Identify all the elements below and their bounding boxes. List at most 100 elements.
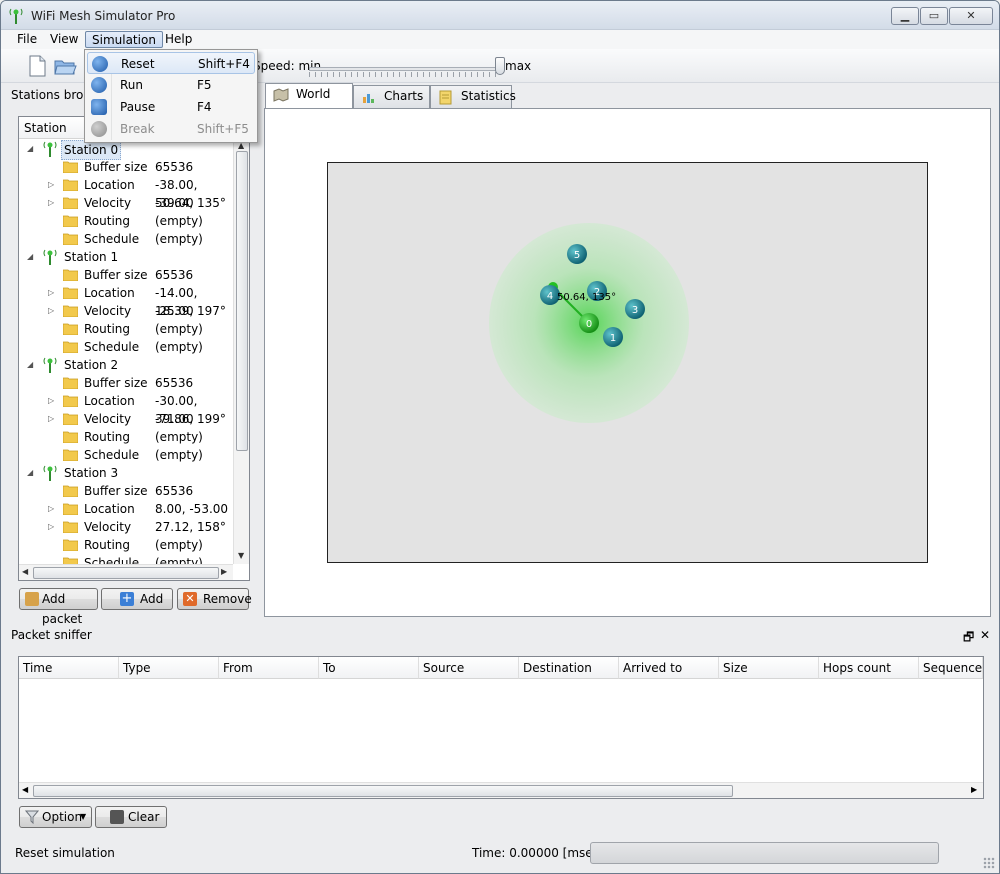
tree-property-row[interactable]: ▷ Location -30.00, -71.00 xyxy=(19,392,233,426)
scroll-left-icon[interactable]: ◀ xyxy=(22,785,28,794)
world-map-canvas[interactable]: 5 4 2 3 1 0 50.64, 135° xyxy=(327,162,928,563)
tree-property-row[interactable]: Buffer size 65536 xyxy=(19,266,233,284)
clear-button[interactable]: Clear xyxy=(95,806,167,828)
sniffer-column-header[interactable]: Sequence n xyxy=(919,657,983,679)
float-panel-icon[interactable]: 🗗 xyxy=(963,628,974,649)
tree-vertical-scrollbar[interactable]: ▲ ▼ xyxy=(233,139,249,564)
sniffer-horizontal-scrollbar[interactable]: ◀ ▶ xyxy=(19,782,983,798)
expand-arrow-icon[interactable]: ▷ xyxy=(48,194,54,212)
expand-arrow-icon[interactable]: ▷ xyxy=(48,518,54,536)
expand-arrow-icon[interactable]: ▷ xyxy=(48,176,54,194)
sniffer-column-header[interactable]: Type xyxy=(119,657,219,679)
tree-hscroll-thumb[interactable] xyxy=(33,567,219,579)
tree-property-row[interactable]: ▷ Location -38.00, -39.00 xyxy=(19,176,233,210)
collapse-arrow-icon[interactable]: ◢ xyxy=(27,464,33,482)
scroll-right-icon[interactable]: ▶ xyxy=(221,567,227,576)
sniffer-column-header[interactable]: Destination xyxy=(519,657,619,679)
close-button[interactable]: ✕ xyxy=(949,7,993,25)
expand-arrow-icon[interactable]: ▷ xyxy=(48,410,54,428)
tree-vscroll-thumb[interactable] xyxy=(236,151,248,451)
tree-property-row[interactable]: ▷ Velocity 27.12, 158° xyxy=(19,518,233,536)
tree-property-row[interactable]: Buffer size 65536 xyxy=(19,482,233,500)
tree-property-row[interactable]: Routing (empty) xyxy=(19,320,233,338)
tree-property-row[interactable]: ▷ Velocity 39.86, 199° xyxy=(19,410,233,428)
tree-property-row[interactable]: Routing (empty) xyxy=(19,428,233,446)
tree-property-row[interactable]: Buffer size 65536 xyxy=(19,158,233,176)
sniffer-hscroll-thumb[interactable] xyxy=(33,785,733,797)
new-file-icon[interactable] xyxy=(25,54,49,78)
folder-icon xyxy=(63,539,78,551)
add-packet-button[interactable]: Add packet xyxy=(19,588,98,626)
collapse-arrow-icon[interactable]: ◢ xyxy=(27,356,33,374)
tree-station-row[interactable]: ◢ Station 2 xyxy=(19,356,233,374)
speed-slider-thumb[interactable] xyxy=(495,57,505,75)
tree-horizontal-scrollbar[interactable]: ◀ ▶ xyxy=(19,564,233,580)
tree-property-row[interactable]: ▷ Location 8.00, -53.00 xyxy=(19,500,233,518)
station-node-0[interactable]: 0 xyxy=(579,313,599,333)
tree-property-row[interactable]: ▷ Velocity 50.64, 135° xyxy=(19,194,233,212)
tree-property-row[interactable]: Schedule (empty) xyxy=(19,338,233,356)
menu-item-reset[interactable]: Reset Shift+F4 xyxy=(87,52,255,74)
scroll-down-icon[interactable]: ▼ xyxy=(238,551,244,560)
expand-arrow-icon[interactable]: ▷ xyxy=(48,500,54,518)
station-node-5[interactable]: 5 xyxy=(567,244,587,264)
property-key: Buffer size xyxy=(84,160,148,174)
folder-icon xyxy=(63,485,78,497)
menu-item-run[interactable]: Run F5 xyxy=(87,74,255,96)
sniffer-column-header[interactable]: Source xyxy=(419,657,519,679)
scroll-right-icon[interactable]: ▶ xyxy=(971,785,977,794)
sniffer-column-header[interactable]: To xyxy=(319,657,419,679)
collapse-arrow-icon[interactable]: ◢ xyxy=(27,248,33,266)
expand-arrow-icon[interactable]: ▷ xyxy=(48,302,54,320)
sniffer-column-header[interactable]: Hops count xyxy=(819,657,919,679)
menu-view[interactable]: View xyxy=(44,31,84,48)
menu-simulation[interactable]: Simulation xyxy=(85,31,163,48)
folder-icon xyxy=(63,269,78,281)
folder-icon xyxy=(63,431,78,443)
tab-statistics[interactable]: Statistics xyxy=(430,85,516,108)
sniffer-column-header[interactable]: Time xyxy=(19,657,119,679)
menu-item-pause[interactable]: Pause F4 xyxy=(87,96,255,118)
property-key: Routing xyxy=(84,538,131,552)
tree-property-row[interactable]: Routing (empty) xyxy=(19,536,233,554)
scroll-left-icon[interactable]: ◀ xyxy=(22,567,28,576)
tab-charts[interactable]: Charts xyxy=(353,85,430,108)
menu-file[interactable]: File xyxy=(11,31,43,48)
option-button[interactable]: Option ▼ xyxy=(19,806,92,828)
close-panel-icon[interactable]: ✕ xyxy=(980,628,990,642)
resize-grip-icon[interactable] xyxy=(983,857,995,869)
map-icon xyxy=(273,88,289,102)
folder-icon xyxy=(63,161,78,173)
tree-station-row[interactable]: ◢ Station 3 xyxy=(19,464,233,482)
property-key: Velocity xyxy=(84,520,132,534)
menu-help[interactable]: Help xyxy=(159,31,198,48)
station-node-1[interactable]: 1 xyxy=(603,327,623,347)
sniffer-column-header[interactable]: Size xyxy=(719,657,819,679)
expand-arrow-icon[interactable]: ▷ xyxy=(48,284,54,302)
collapse-arrow-icon[interactable]: ◢ xyxy=(27,140,33,158)
tree-property-row[interactable]: Schedule (empty) xyxy=(19,230,233,248)
add-station-button[interactable]: + Add xyxy=(101,588,173,610)
tree-station-row[interactable]: ◢ Station 1 xyxy=(19,248,233,266)
tree-property-row[interactable]: ▷ Location -14.00, -25.00 xyxy=(19,284,233,318)
stations-tree[interactable]: Station ◢ Station 0 Buffer size 65536 ▷ Locat… xyxy=(18,116,250,581)
expand-arrow-icon[interactable]: ▷ xyxy=(48,392,54,410)
remove-station-button[interactable]: ✕ Remove xyxy=(177,588,252,610)
minimize-button[interactable]: ▁ xyxy=(891,7,919,25)
packet-sniffer-table[interactable]: Time Type From To Source Destination Arrived t… xyxy=(18,656,984,799)
tab-world-map[interactable]: World map xyxy=(265,83,353,122)
tree-property-row[interactable]: Routing (empty) xyxy=(19,212,233,230)
property-value: 39.86, 199° xyxy=(155,412,226,426)
station-node-3[interactable]: 3 xyxy=(625,299,645,319)
sniffer-column-header[interactable]: Arrived to xyxy=(619,657,719,679)
maximize-button[interactable]: ▭ xyxy=(920,7,948,25)
speed-slider[interactable] xyxy=(309,67,501,71)
sniffer-column-header[interactable]: From xyxy=(219,657,319,679)
open-folder-icon[interactable] xyxy=(53,54,77,78)
menu-item-break[interactable]: Break Shift+F5 xyxy=(87,118,255,140)
tree-property-row[interactable]: ▷ Velocity 18.39, 197° xyxy=(19,302,233,320)
tree-property-row[interactable]: Buffer size 65536 xyxy=(19,374,233,392)
folder-icon xyxy=(63,449,78,461)
station-name: Station 1 xyxy=(64,250,119,264)
tree-property-row[interactable]: Schedule (empty) xyxy=(19,446,233,464)
